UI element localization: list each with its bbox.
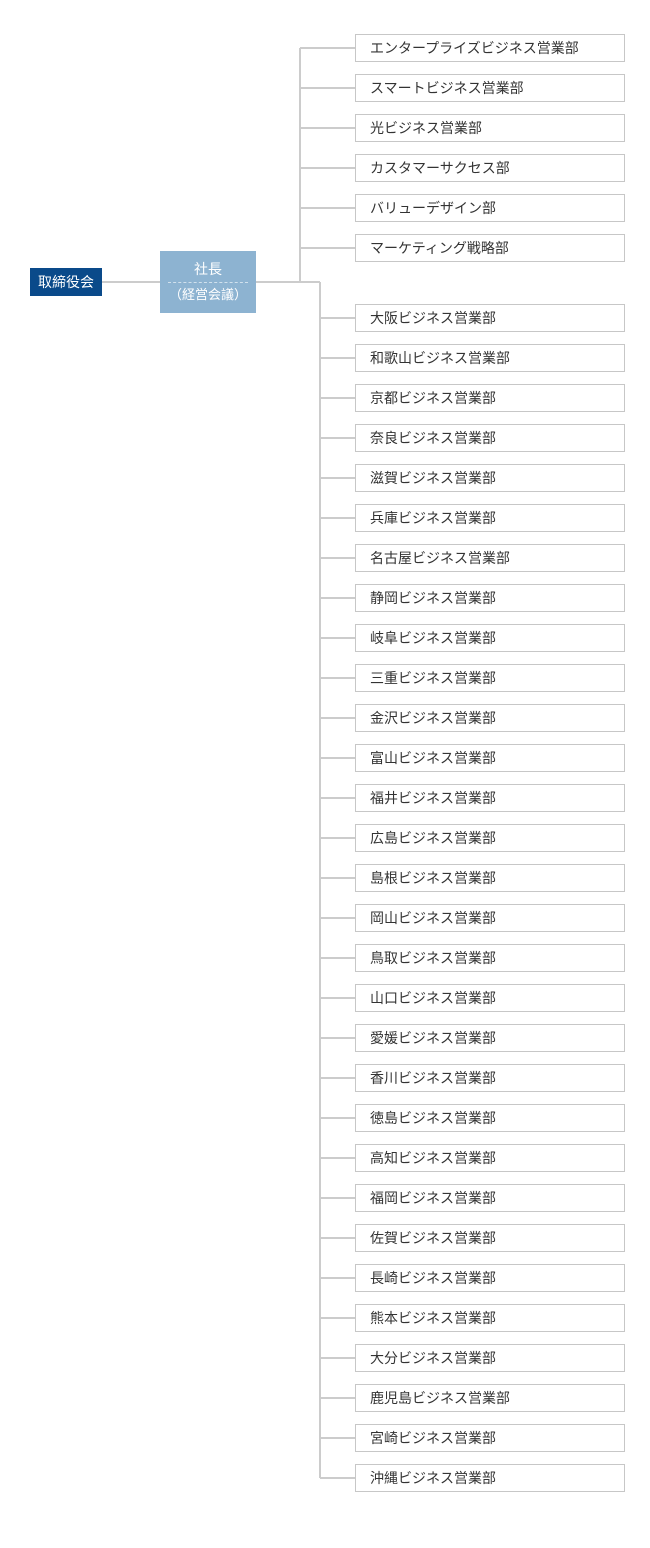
node-department: カスタマーサクセス部 bbox=[355, 154, 625, 182]
node-department: 兵庫ビジネス営業部 bbox=[355, 504, 625, 532]
node-department: 熊本ビジネス営業部 bbox=[355, 1304, 625, 1332]
node-department: 福岡ビジネス営業部 bbox=[355, 1184, 625, 1212]
node-label: 兵庫ビジネス営業部 bbox=[370, 509, 496, 527]
node-label: 香川ビジネス営業部 bbox=[370, 1069, 496, 1087]
node-label: 福岡ビジネス営業部 bbox=[370, 1189, 496, 1207]
node-department: 岐阜ビジネス営業部 bbox=[355, 624, 625, 652]
node-label: 岐阜ビジネス営業部 bbox=[370, 629, 496, 647]
node-label: 光ビジネス営業部 bbox=[370, 119, 482, 137]
node-department: スマートビジネス営業部 bbox=[355, 74, 625, 102]
node-department: 名古屋ビジネス営業部 bbox=[355, 544, 625, 572]
node-department: 高知ビジネス営業部 bbox=[355, 1144, 625, 1172]
node-department: 広島ビジネス営業部 bbox=[355, 824, 625, 852]
node-label: 社長 bbox=[194, 260, 222, 278]
node-label: 金沢ビジネス営業部 bbox=[370, 709, 496, 727]
node-department: 長崎ビジネス営業部 bbox=[355, 1264, 625, 1292]
node-label: スマートビジネス営業部 bbox=[370, 79, 524, 97]
node-label: 広島ビジネス営業部 bbox=[370, 829, 496, 847]
node-label: エンタープライズビジネス営業部 bbox=[370, 39, 579, 57]
node-label: 佐賀ビジネス営業部 bbox=[370, 1229, 496, 1247]
node-department: 島根ビジネス営業部 bbox=[355, 864, 625, 892]
node-label: 富山ビジネス営業部 bbox=[370, 749, 496, 767]
node-label: 和歌山ビジネス営業部 bbox=[370, 349, 510, 367]
node-label: 三重ビジネス営業部 bbox=[370, 669, 496, 687]
node-department: 香川ビジネス営業部 bbox=[355, 1064, 625, 1092]
node-label: マーケティング戦略部 bbox=[370, 239, 509, 257]
node-label: 長崎ビジネス営業部 bbox=[370, 1269, 496, 1287]
node-label: 宮崎ビジネス営業部 bbox=[370, 1429, 496, 1447]
node-sublabel: （経営会議） bbox=[168, 282, 248, 304]
node-label: 静岡ビジネス営業部 bbox=[370, 589, 496, 607]
node-label: 大阪ビジネス営業部 bbox=[370, 309, 496, 327]
node-label: 大分ビジネス営業部 bbox=[370, 1349, 496, 1367]
node-department: 静岡ビジネス営業部 bbox=[355, 584, 625, 612]
node-label: 鹿児島ビジネス営業部 bbox=[370, 1389, 510, 1407]
node-label: 福井ビジネス営業部 bbox=[370, 789, 496, 807]
node-department: 徳島ビジネス営業部 bbox=[355, 1104, 625, 1132]
node-department: マーケティング戦略部 bbox=[355, 234, 625, 262]
node-department: 奈良ビジネス営業部 bbox=[355, 424, 625, 452]
node-label: 徳島ビジネス営業部 bbox=[370, 1109, 496, 1127]
node-department: 福井ビジネス営業部 bbox=[355, 784, 625, 812]
node-department: 大分ビジネス営業部 bbox=[355, 1344, 625, 1372]
node-label: 滋賀ビジネス営業部 bbox=[370, 469, 496, 487]
node-department: エンタープライズビジネス営業部 bbox=[355, 34, 625, 62]
node-department: 富山ビジネス営業部 bbox=[355, 744, 625, 772]
node-department: 和歌山ビジネス営業部 bbox=[355, 344, 625, 372]
node-label: カスタマーサクセス部 bbox=[370, 159, 510, 177]
node-department: 山口ビジネス営業部 bbox=[355, 984, 625, 1012]
node-department: 佐賀ビジネス営業部 bbox=[355, 1224, 625, 1252]
node-department: 沖縄ビジネス営業部 bbox=[355, 1464, 625, 1492]
node-department: 光ビジネス営業部 bbox=[355, 114, 625, 142]
node-label: 京都ビジネス営業部 bbox=[370, 389, 496, 407]
node-label: 岡山ビジネス営業部 bbox=[370, 909, 496, 927]
node-president: 社長 （経営会議） bbox=[160, 251, 256, 313]
node-department: 愛媛ビジネス営業部 bbox=[355, 1024, 625, 1052]
node-department: 京都ビジネス営業部 bbox=[355, 384, 625, 412]
node-label: バリューデザイン部 bbox=[370, 199, 496, 217]
node-label: 山口ビジネス営業部 bbox=[370, 989, 496, 1007]
node-label: 高知ビジネス営業部 bbox=[370, 1149, 496, 1167]
node-department: 鳥取ビジネス営業部 bbox=[355, 944, 625, 972]
node-department: 滋賀ビジネス営業部 bbox=[355, 464, 625, 492]
node-label: 取締役会 bbox=[38, 273, 94, 291]
node-label: 島根ビジネス営業部 bbox=[370, 869, 496, 887]
node-label: 名古屋ビジネス営業部 bbox=[370, 549, 510, 567]
org-chart: 取締役会 社長 （経営会議） エンタープライズビジネス営業部スマートビジネス営業… bbox=[20, 20, 630, 1528]
node-label: 熊本ビジネス営業部 bbox=[370, 1309, 496, 1327]
node-label: 愛媛ビジネス営業部 bbox=[370, 1029, 496, 1047]
node-label: 鳥取ビジネス営業部 bbox=[370, 949, 496, 967]
node-department: 岡山ビジネス営業部 bbox=[355, 904, 625, 932]
node-board-of-directors: 取締役会 bbox=[30, 268, 102, 296]
node-department: 金沢ビジネス営業部 bbox=[355, 704, 625, 732]
node-label: 奈良ビジネス営業部 bbox=[370, 429, 496, 447]
node-department: バリューデザイン部 bbox=[355, 194, 625, 222]
node-department: 三重ビジネス営業部 bbox=[355, 664, 625, 692]
node-department: 大阪ビジネス営業部 bbox=[355, 304, 625, 332]
node-department: 宮崎ビジネス営業部 bbox=[355, 1424, 625, 1452]
node-label: 沖縄ビジネス営業部 bbox=[370, 1469, 496, 1487]
node-department: 鹿児島ビジネス営業部 bbox=[355, 1384, 625, 1412]
